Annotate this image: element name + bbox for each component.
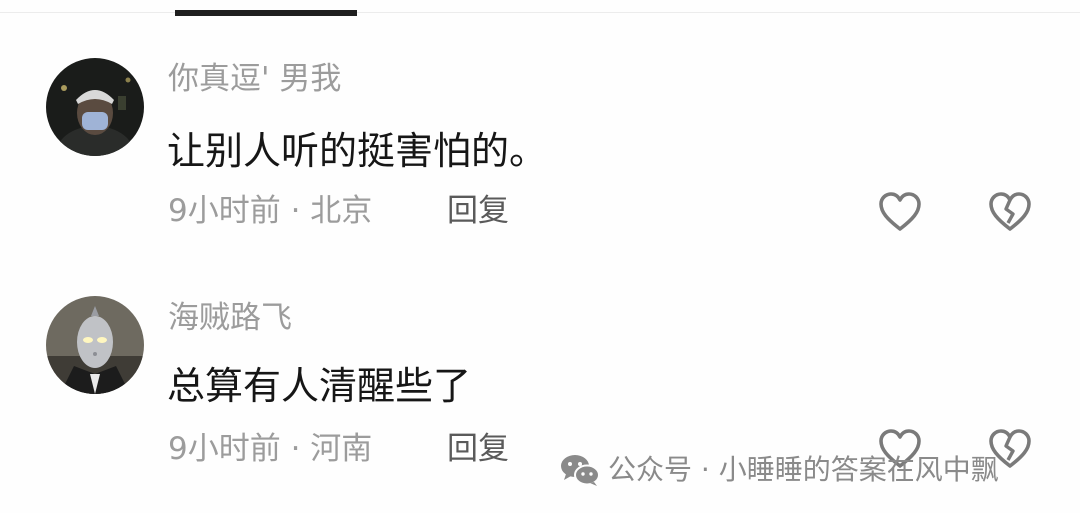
reply-button[interactable]: 回复 [447,196,509,227]
avatar[interactable] [46,58,144,156]
wechat-icon [561,455,600,486]
comment-username[interactable]: 你真逗' 男我 [168,64,341,95]
comment-meta: 9小时前 · 河南 [168,431,373,467]
avatar[interactable] [46,296,144,394]
comment-username[interactable]: 海贼路飞 [168,303,292,334]
masked-person-avatar-icon [46,58,144,156]
ultraman-avatar-icon [46,296,144,394]
comment-meta: 9小时前 · 北京 [168,193,373,229]
comment-item: 你真逗' 男我 让别人听的挺害怕的。 9小时前 · 北京 回复 [0,0,1080,231]
comment-text: 总算有人清醒些了 [167,364,472,408]
watermark: 公众号 · 小睡睡的答案在风中飘 [560,450,999,490]
watermark-text: 公众号 · 小睡睡的答案在风中飘 [608,453,999,486]
broken-heart-icon[interactable] [987,190,1033,234]
heart-outline-icon[interactable] [877,190,923,234]
comment-text: 让别人听的挺害怕的。 [167,129,548,173]
reply-button[interactable]: 回复 [447,434,509,465]
comment-item: 海贼路飞 总算有人清醒些了 9小时前 · 河南 回复 [0,237,1080,468]
